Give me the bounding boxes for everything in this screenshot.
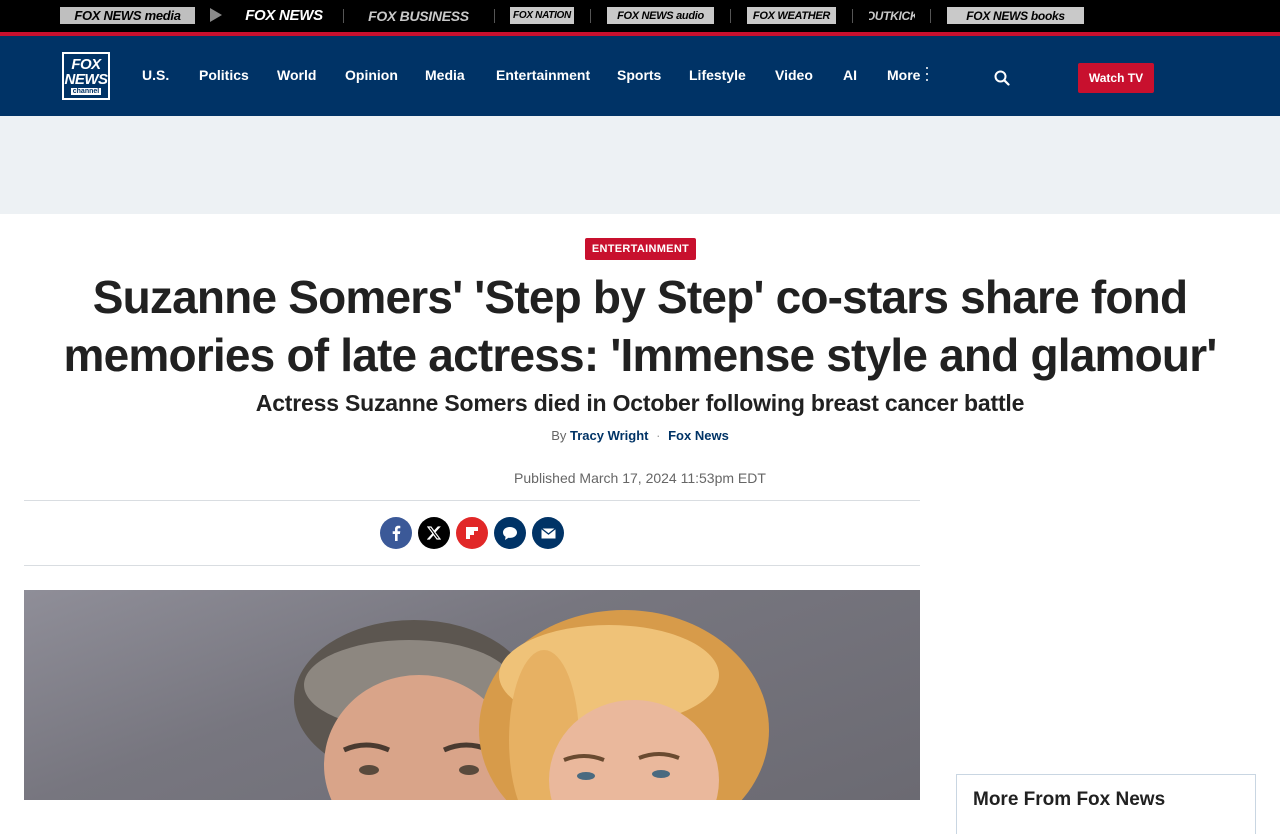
x-twitter-icon[interactable] [418,517,450,549]
source-link[interactable]: Fox News [668,428,729,443]
nav-lifestyle[interactable]: Lifestyle [689,67,746,83]
nav-opinion[interactable]: Opinion [345,67,398,83]
divider [24,500,920,501]
nav-politics[interactable]: Politics [199,67,249,83]
network-separator [852,9,853,23]
more-from-fox-news-module: More From Fox News [956,774,1256,834]
facebook-icon[interactable] [380,517,412,549]
network-link-fox-news-audio[interactable]: FOX NEWS audio [607,7,714,24]
network-link-fox-weather[interactable]: FOX WEATHER [747,7,836,24]
fox-news-logo[interactable]: FOX NEWS channel [62,52,110,100]
category-badge[interactable]: ENTERTAINMENT [585,238,696,260]
network-bar: FOX NEWS media FOX NEWS FOX BUSINESS FOX… [0,0,1280,32]
network-link-fox-nation[interactable]: FOX NATION [510,7,574,24]
network-separator [343,9,344,23]
article-hero-photo[interactable] [24,590,920,800]
byline-separator: · [656,428,661,443]
nav-world[interactable]: World [277,67,316,83]
nav-ai[interactable]: AI [843,67,857,83]
flipboard-icon[interactable] [456,517,488,549]
nav-sports[interactable]: Sports [617,67,661,83]
email-icon[interactable] [532,517,564,549]
divider [24,565,920,566]
comment-icon[interactable] [494,517,526,549]
nav-more[interactable]: More [887,67,920,83]
network-separator [730,9,731,23]
byline: By Tracy Wright · Fox News [440,428,840,443]
nav-us[interactable]: U.S. [142,67,169,83]
main-header: FOX NEWS channel U.S. Politics World Opi… [0,36,1280,116]
more-dots-icon[interactable] [925,67,929,81]
network-link-outkick[interactable]: OUTKICK [869,7,915,24]
more-from-title: More From Fox News [973,789,1166,810]
network-separator [930,9,931,23]
byline-by: By [551,428,567,443]
network-separator [590,9,591,23]
watch-tv-button[interactable]: Watch TV [1078,63,1154,93]
search-icon[interactable] [994,70,1010,86]
nav-media[interactable]: Media [425,67,465,83]
nav-entertainment[interactable]: Entertainment [496,67,590,83]
network-link-fox-news-media[interactable]: FOX NEWS media [60,7,195,24]
article-headline: Suzanne Somers' 'Step by Step' co-stars … [63,271,1218,381]
article-subhead: Actress Suzanne Somers died in October f… [255,390,1025,416]
network-separator [494,9,495,23]
ad-banner-area [0,116,1280,214]
nav-video[interactable]: Video [775,67,813,83]
logo-text-fox: FOX [71,56,101,73]
author-link[interactable]: Tracy Wright [570,428,649,443]
network-link-fox-business[interactable]: FOX BUSINESS [359,7,478,24]
logo-text-channel: channel [70,88,102,95]
play-arrow-icon [210,8,222,22]
network-link-fox-news[interactable]: FOX NEWS [242,7,326,24]
hero-photo-illustration [294,610,769,800]
logo-text-news: NEWS [64,71,109,88]
network-link-fox-news-books[interactable]: FOX NEWS books [947,7,1084,24]
published-date: Published March 17, 2024 11:53pm EDT [514,470,766,486]
